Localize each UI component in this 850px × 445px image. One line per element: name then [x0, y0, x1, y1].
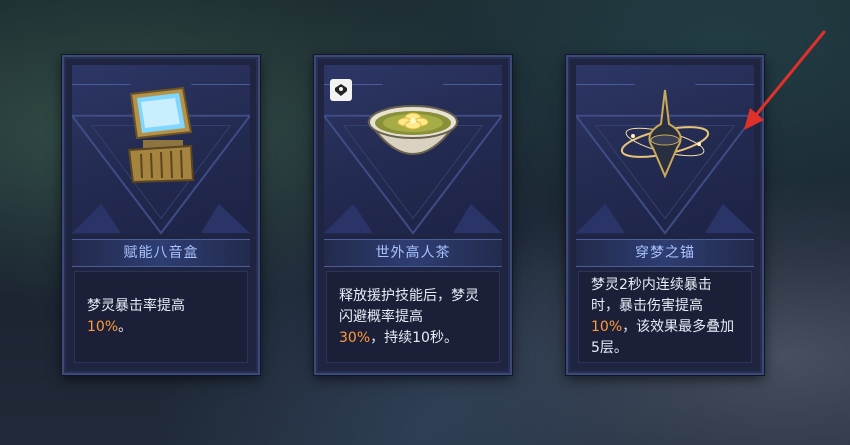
card-art-frame	[576, 65, 754, 235]
card-description: 梦灵暴击率提高 10%。	[74, 271, 248, 363]
music-box-icon	[121, 84, 201, 188]
relic-card-2[interactable]: 世外高人茶 释放援护技能后，梦灵闪避概率提高 30%，持续10秒。	[314, 55, 512, 375]
card-title: 赋能八音盒	[72, 239, 250, 267]
card-art-frame	[72, 65, 250, 235]
relic-card-3[interactable]: 穿梦之锚 梦灵2秒内连续暴击时，暴击伤害提高 10%，该效果最多叠加5层。	[566, 55, 764, 375]
card-title: 穿梦之锚	[576, 239, 754, 267]
dream-anchor-icon	[615, 84, 715, 188]
support-badge-icon	[330, 79, 352, 101]
card-description: 释放援护技能后，梦灵闪避概率提高 30%，持续10秒。	[326, 271, 500, 363]
tea-bowl-icon	[363, 94, 463, 178]
relic-card-1[interactable]: 赋能八音盒 梦灵暴击率提高 10%。	[62, 55, 260, 375]
card-description: 梦灵2秒内连续暴击时，暴击伤害提高 10%，该效果最多叠加5层。	[578, 271, 752, 363]
card-title: 世外高人茶	[324, 239, 502, 267]
